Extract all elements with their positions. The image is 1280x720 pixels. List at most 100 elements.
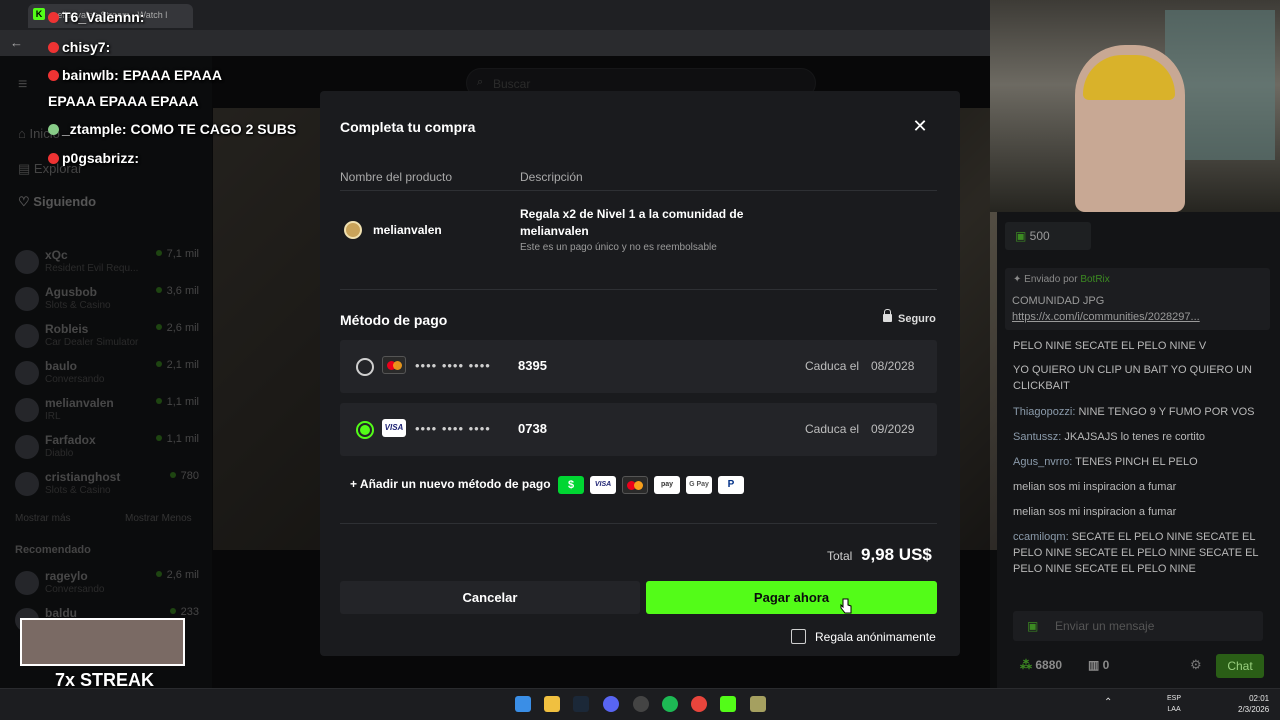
hand-cursor-icon — [840, 598, 852, 614]
kick-favicon-icon: K — [33, 8, 45, 20]
badge-display[interactable]: ▥ 0 — [1088, 658, 1109, 672]
chat-username[interactable]: ccamiloqm: — [1013, 531, 1069, 543]
emote-icon[interactable]: ▣ — [1027, 619, 1038, 633]
anonymous-label[interactable]: Regala anónimamente — [815, 630, 936, 644]
card-radio-selected[interactable] — [356, 421, 374, 439]
overlay-chat-line: bainwlb: EPAAA EPAAA — [48, 67, 222, 83]
chat-message: YO QUIERO UN CLIP UN BAIT YO QUIERO UN C… — [1013, 362, 1263, 394]
gift-counter[interactable]: ▣ 500 — [1005, 222, 1091, 250]
spotify-icon[interactable] — [662, 696, 678, 712]
pinned-header: ✦ Enviado por BotRix — [1013, 274, 1110, 285]
total-label: Total — [827, 549, 853, 563]
refund-note: Este es un pago único y no es reembolsab… — [520, 242, 717, 253]
card-last4: 8395 — [518, 358, 547, 373]
overlay-text: COMO TE CAGO 2 SUBS — [130, 121, 297, 137]
streak-webcam — [20, 618, 185, 666]
card-option-visa[interactable]: VISA •••• •••• •••• 0738 Caduca el 09/20… — [340, 403, 937, 456]
tray-chevron-icon[interactable]: ⌃ — [1104, 697, 1112, 708]
overlay-chat-line: p0gsabrizz: — [48, 150, 139, 166]
steam-icon[interactable] — [573, 696, 589, 712]
mastercard-icon — [382, 356, 406, 374]
obs-icon[interactable] — [633, 696, 649, 712]
card-radio[interactable] — [356, 358, 374, 376]
chat-text: NINE TENGO 9 Y FUMO POR VOS — [1078, 406, 1255, 418]
overlay-user: bainwlb: — [62, 67, 119, 83]
applepay-icon: pay — [654, 476, 680, 494]
visa-icon: VISA — [382, 419, 406, 437]
chat-message: ccamiloqm: SECATE EL PELO NINE SECATE EL… — [1013, 529, 1263, 577]
pinned-bot: BotRix — [1080, 274, 1110, 285]
mastercard-icon — [622, 476, 648, 494]
chat-message: Agus_nvrro: TENES PINCH EL PELO — [1013, 454, 1263, 470]
card-masked: •••• •••• •••• — [415, 421, 491, 436]
language-indicator[interactable]: ESP LAA — [1167, 693, 1181, 715]
chat-placeholder: Enviar un mensaje — [1055, 619, 1155, 633]
windows-start-icon[interactable] — [515, 696, 531, 712]
product-description: Regala x2 de Nivel 1 a la comunidad de m… — [520, 207, 744, 238]
close-icon[interactable]: ✕ — [912, 117, 928, 135]
chat-username[interactable]: Thiagopozzi: — [1013, 406, 1075, 418]
points-display[interactable]: ⁂ 6880 — [1020, 658, 1062, 672]
overlay-chat-line: EPAAA EPAAA EPAAA — [48, 93, 199, 109]
plus-icon: + — [350, 477, 360, 491]
cancel-button[interactable]: Cancelar — [340, 581, 640, 614]
pinned-text: COMUNIDAD JPG — [1012, 295, 1105, 307]
chat-message: PELO NINE SECATE EL PELO NINE V — [1013, 338, 1263, 354]
card-masked: •••• •••• •••• — [415, 358, 491, 373]
overlay-chat-line: _ztample: COMO TE CAGO 2 SUBS — [48, 121, 296, 137]
overlay-user: chisy7: — [62, 39, 111, 55]
lang-code: ESP — [1167, 695, 1182, 702]
divider — [340, 190, 937, 191]
kick-icon[interactable] — [720, 696, 736, 712]
chat-username[interactable]: Santussz: — [1013, 431, 1061, 443]
card-expiry: 08/2028 — [871, 359, 915, 373]
chat-settings-icon[interactable]: ⚙ — [1190, 657, 1202, 673]
back-icon[interactable]: ← — [10, 35, 23, 50]
visa-icon: VISA — [590, 476, 616, 494]
card-expiry: 09/2029 — [871, 422, 915, 436]
cashapp-icon: $ — [558, 476, 584, 494]
divider — [340, 289, 937, 290]
overlay-text: EPAAA EPAAA EPAAA — [48, 93, 199, 109]
badge-icon — [48, 70, 59, 81]
badge-icon — [48, 42, 59, 53]
clock-date: 2/3/2026 — [1238, 705, 1270, 714]
address-bar[interactable] — [0, 30, 990, 56]
clock-time: 02:01 — [1249, 694, 1270, 703]
pinned-link[interactable]: https://x.com/i/communities/2028297... — [1012, 311, 1200, 323]
chat-message: Thiagopozzi: NINE TENGO 9 Y FUMO POR VOS — [1013, 404, 1263, 420]
chat-send-button[interactable]: Chat — [1216, 654, 1264, 678]
badge-icon — [48, 153, 59, 164]
secure-label: Seguro — [898, 313, 936, 325]
card-option-mastercard[interactable]: •••• •••• •••• 8395 Caduca el 08/2028 — [340, 340, 937, 393]
pinned-message: ✦ Enviado por BotRix COMUNIDAD JPG https… — [1005, 268, 1270, 330]
chat-username[interactable]: Agus_nvrro: — [1013, 456, 1072, 468]
discord-icon[interactable] — [603, 696, 619, 712]
pay-now-button[interactable]: Pagar ahora — [646, 581, 937, 614]
chat-message: melian sos mi inspiracion a fumar — [1013, 479, 1263, 495]
add-payment-method-button[interactable]: + Añadir un nuevo método de pago — [350, 477, 551, 491]
anonymous-checkbox[interactable] — [791, 629, 806, 644]
chat-text: JKAJSAJS lo tenes re cortito — [1064, 431, 1205, 443]
chat-message: melian sos mi inspiracion a fumar — [1013, 504, 1263, 520]
trophy-icon: ▥ — [1088, 658, 1103, 672]
chrome-icon[interactable] — [691, 696, 707, 712]
overlay-user: p0gsabrizz: — [62, 150, 140, 166]
chat-text: melian sos mi inspiracion a fumar — [1013, 481, 1177, 493]
card-expiry-label: Caduca el — [805, 359, 860, 373]
chat-input[interactable]: ▣ Enviar un mensaje — [1013, 611, 1263, 641]
pinned-by: Enviado por — [1024, 274, 1078, 285]
chat-text: TENES PINCH EL PELO — [1075, 456, 1198, 468]
system-clock[interactable]: 02:01 2/3/2026 — [1238, 693, 1269, 715]
app-icon[interactable] — [750, 696, 766, 712]
file-explorer-icon[interactable] — [544, 696, 560, 712]
total-value: 9,98 US$ — [861, 545, 932, 564]
card-expiry-label: Caduca el — [805, 422, 860, 436]
avatar — [344, 221, 362, 239]
card-last4: 0738 — [518, 421, 547, 436]
lock-icon — [883, 309, 892, 322]
points-icon: ⁂ — [1020, 658, 1036, 672]
badge-value: 0 — [1102, 658, 1110, 672]
overlay-chat-line: chisy7: — [48, 39, 110, 55]
badge-icon — [48, 124, 59, 135]
